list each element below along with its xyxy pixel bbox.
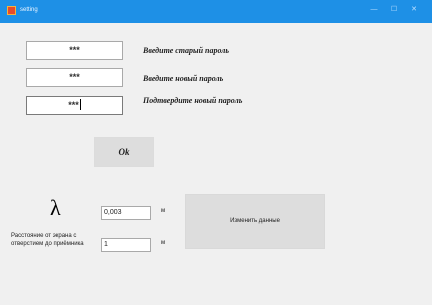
new-password-value: *** — [69, 72, 80, 82]
lambda-unit: м — [161, 208, 166, 214]
new-password-field[interactable]: *** — [26, 68, 123, 87]
distance-label: Расстояние от экрана с отверстием до при… — [11, 233, 84, 247]
confirm-password-value: *** — [68, 100, 79, 110]
distance-unit: м — [161, 240, 166, 246]
new-password-label: Введите новый пароль — [143, 74, 224, 83]
confirm-password-field[interactable]: *** — [26, 96, 123, 115]
app-icon — [7, 6, 16, 15]
text-caret — [79, 99, 81, 110]
lambda-symbol: λ — [50, 195, 61, 220]
old-password-value: *** — [69, 45, 80, 55]
lambda-input[interactable]: 0,003 — [101, 206, 151, 220]
old-password-label: Введите старый пароль — [143, 46, 230, 55]
confirm-password-label: Подтвердите новый пароль — [143, 96, 243, 105]
title-bar: setting — ☐ ✕ — [0, 0, 432, 23]
maximize-icon[interactable]: ☐ — [385, 3, 403, 17]
distance-input[interactable]: 1 — [101, 238, 151, 252]
minimize-icon[interactable]: — — [365, 3, 383, 17]
ok-button[interactable]: Ok — [94, 137, 154, 167]
window-title: setting — [20, 7, 38, 13]
close-icon[interactable]: ✕ — [405, 3, 423, 17]
old-password-field[interactable]: *** — [26, 41, 123, 60]
change-data-button[interactable]: Изменить данные — [185, 194, 325, 249]
